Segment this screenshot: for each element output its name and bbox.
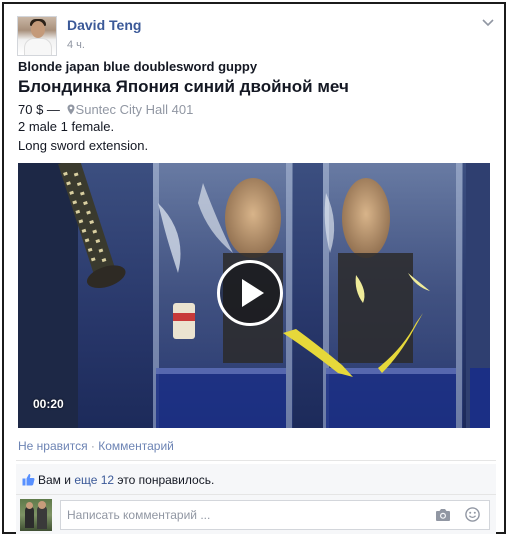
location[interactable]: Suntec City Hall 401 xyxy=(76,102,194,117)
play-button[interactable] xyxy=(217,260,283,326)
comment-link[interactable]: Комментарий xyxy=(98,439,174,453)
video-duration: 00:20 xyxy=(33,397,64,411)
price: 70 $ xyxy=(18,102,44,117)
post-header: David Teng 4 ч. xyxy=(17,16,497,56)
description-line-2: Long sword extension. xyxy=(18,138,149,153)
video-player[interactable]: 00:20 xyxy=(18,163,490,428)
action-separator: · xyxy=(87,439,99,453)
divider xyxy=(16,460,496,461)
likes-suffix: это понравилось. xyxy=(114,473,215,487)
post-title-en: Blonde japan blue doublesword guppy xyxy=(18,59,258,74)
author-name[interactable]: David Teng xyxy=(67,17,141,33)
post-timestamp[interactable]: 4 ч. xyxy=(67,39,85,51)
likes-others-link[interactable]: еще 12 xyxy=(74,473,114,487)
post-title-ru: Блондинка Япония синий двойной меч xyxy=(18,77,349,96)
play-icon xyxy=(242,279,264,307)
post-card: David Teng 4 ч. Blonde japan blue double… xyxy=(2,2,506,534)
commenter-avatar xyxy=(20,499,52,531)
map-pin-icon xyxy=(67,104,75,115)
post-actions: Не нравится · Комментарий xyxy=(18,439,174,453)
avatar-body xyxy=(24,38,52,55)
camera-icon[interactable] xyxy=(435,508,451,522)
comment-composer xyxy=(16,494,496,534)
likes-text: Вам и еще 12 это понравилось. xyxy=(38,473,214,487)
avatar-figure xyxy=(25,506,34,528)
chevron-down-icon[interactable] xyxy=(481,18,495,28)
description-line-1: 2 male 1 female. xyxy=(18,119,115,134)
avatar-head xyxy=(38,501,46,509)
separator: — xyxy=(43,102,64,117)
smile-icon[interactable] xyxy=(465,507,480,522)
likes-summary: Вам и еще 12 это понравилось. xyxy=(16,464,496,494)
comment-input[interactable] xyxy=(60,500,490,530)
avatar-head xyxy=(26,502,33,509)
likes-prefix: Вам и xyxy=(38,473,75,487)
unlike-link[interactable]: Не нравится xyxy=(18,439,88,453)
avatar-face xyxy=(31,21,45,38)
like-icon xyxy=(22,473,35,486)
author-avatar[interactable] xyxy=(17,16,57,56)
price-location-line: 70 $ — Suntec City Hall 401 xyxy=(18,102,193,117)
